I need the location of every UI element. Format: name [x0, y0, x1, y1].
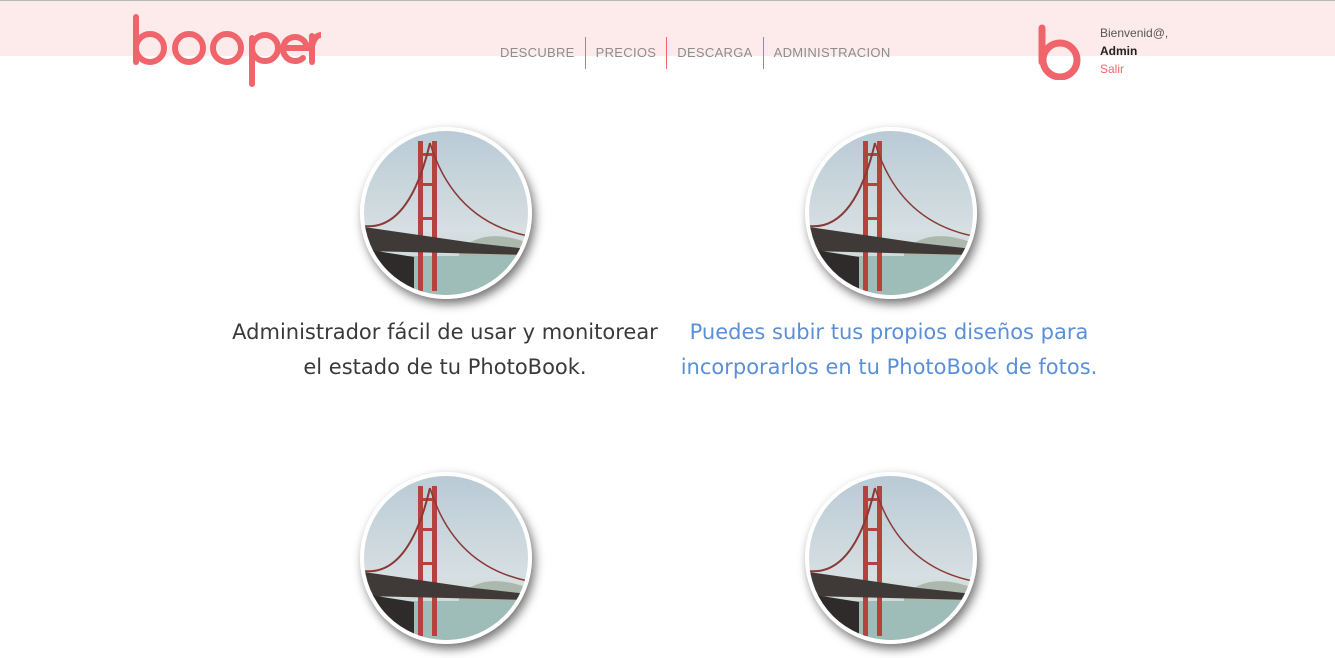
golden-gate-photo-icon [364, 131, 528, 295]
user-info: Bienvenid@, Admin Salir [1100, 24, 1168, 78]
booper-logo[interactable] [131, 12, 321, 92]
nav-precios[interactable]: PRECIOS [586, 37, 667, 69]
main-nav: DESCUBRE PRECIOS DESCARGA ADMINISTRACION [490, 37, 901, 69]
welcome-text: Bienvenid@, [1100, 26, 1169, 40]
golden-gate-photo-icon [364, 476, 528, 640]
feature-image [360, 472, 532, 644]
user-name: Admin [1100, 44, 1138, 58]
page: DESCUBRE PRECIOS DESCARGA ADMINISTRACION… [0, 0, 1335, 658]
golden-gate-photo-icon [809, 476, 973, 640]
logout-link[interactable]: Salir [1100, 60, 1168, 78]
nav-administracion[interactable]: ADMINISTRACION [764, 37, 901, 69]
feature-caption: Administrador fácil de usar y monitorear… [232, 320, 658, 379]
nav-descarga[interactable]: DESCARGA [667, 37, 762, 69]
feature-image [805, 472, 977, 644]
user-avatar-logo-icon [1038, 24, 1081, 80]
feature-caption-link[interactable]: Puedes subir tus propios diseños para in… [669, 315, 1109, 385]
golden-gate-photo-icon [809, 131, 973, 295]
nav-descubre[interactable]: DESCUBRE [490, 37, 585, 69]
feature-image [805, 127, 977, 299]
feature-image [360, 127, 532, 299]
